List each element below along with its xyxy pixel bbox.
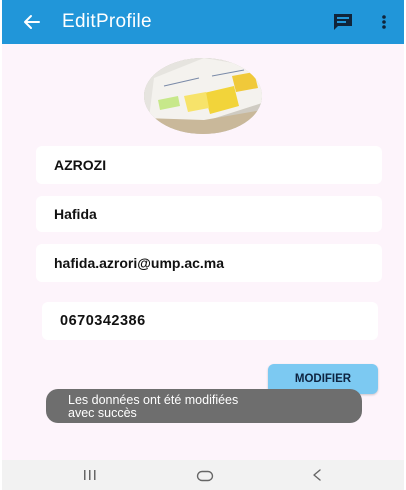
success-toast: Les données ont été modifiées avec succè… [46,389,362,423]
home-button[interactable] [196,469,214,482]
page-title: EditProfile [62,11,152,32]
home-icon [196,470,214,482]
more-vertical-icon [382,15,386,29]
recent-apps-icon [84,470,96,480]
back-icon [313,469,321,481]
more-options-button[interactable] [376,12,392,32]
app-bar: EditProfile [2,0,404,44]
toast-line-2: avec succès [68,406,137,420]
profile-avatar[interactable] [144,58,262,134]
nav-back-button[interactable] [311,468,323,482]
system-nav-bar [2,460,404,490]
first-name-field[interactable]: Hafida [36,196,382,232]
back-button[interactable] [20,10,44,34]
last-name-field[interactable]: AZROZI [36,146,382,184]
recent-apps-button[interactable] [82,468,98,482]
edit-profile-screen: EditProfile AZROZI Hafida hafida.azrori@… [2,0,404,490]
phone-field[interactable]: 0670342386 [42,302,378,340]
avatar-photo [144,58,262,134]
message-button[interactable] [332,12,354,32]
arrow-left-icon [24,15,40,29]
message-icon [334,14,352,30]
email-field[interactable]: hafida.azrori@ump.ac.ma [36,244,382,282]
